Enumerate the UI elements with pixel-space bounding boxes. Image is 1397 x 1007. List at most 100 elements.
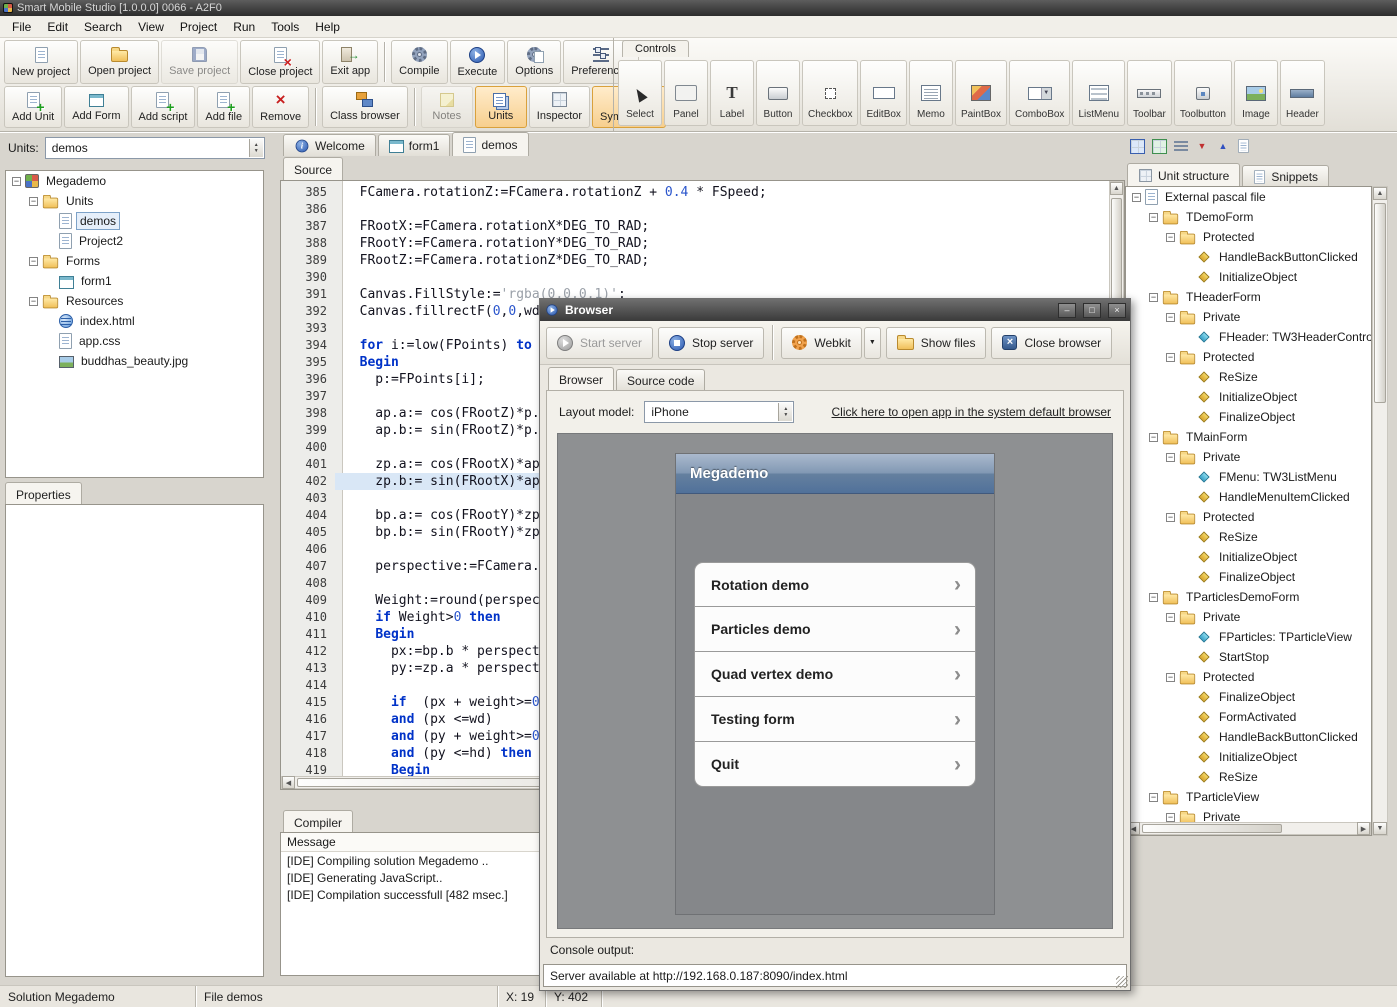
menu-tools[interactable]: Tools xyxy=(263,17,307,37)
project-tree-item-form1[interactable]: form1 xyxy=(6,271,263,291)
structure-tree-item-private[interactable]: −Private xyxy=(1126,307,1371,327)
browser-titlebar[interactable]: Browser – □ × xyxy=(540,299,1130,321)
structure-tree-item-handlebackbuttonclicked[interactable]: HandleBackButtonClicked xyxy=(1126,247,1371,267)
structure-tree-item-initializeobject[interactable]: InitializeObject xyxy=(1126,267,1371,287)
editor-tab-demos[interactable]: demos xyxy=(452,132,528,156)
tree-expander-icon[interactable]: − xyxy=(1166,353,1175,362)
add-form-button[interactable]: Add Form xyxy=(64,86,128,128)
scroll-left-icon[interactable]: ◀ xyxy=(282,776,295,789)
code-line-386[interactable]: 386 xyxy=(281,201,1109,218)
close-browser-button[interactable]: Close browser xyxy=(991,327,1112,359)
control-panel[interactable]: Panel xyxy=(664,60,708,126)
tree-expander-icon[interactable]: − xyxy=(1149,293,1158,302)
control-image[interactable]: Image xyxy=(1234,60,1278,126)
structure-tree-item-fparticles-tparticleview[interactable]: FParticles: TParticleView xyxy=(1126,627,1371,647)
code-line-389[interactable]: 389 FRootZ:=FCamera.rotationZ*DEG_TO_RAD… xyxy=(281,252,1109,269)
minimize-icon[interactable]: – xyxy=(1058,303,1076,318)
start-server-button[interactable]: Start server xyxy=(546,327,653,359)
tree-expander-icon[interactable]: − xyxy=(1166,233,1175,242)
project-tree-item-index-html[interactable]: index.html xyxy=(6,311,263,331)
structure-tree-item-protected[interactable]: −Protected xyxy=(1126,347,1371,367)
menu-search[interactable]: Search xyxy=(76,17,130,37)
notes-button[interactable]: Notes xyxy=(421,86,473,128)
tree-expander-icon[interactable]: − xyxy=(1149,433,1158,442)
maximize-icon[interactable]: □ xyxy=(1083,303,1101,318)
project-tree-item-project2[interactable]: Project2 xyxy=(6,231,263,251)
control-button[interactable]: Button xyxy=(756,60,800,126)
phone-menu-testing-form[interactable]: Testing form› xyxy=(694,697,976,742)
add-script-button[interactable]: Add script xyxy=(131,86,196,128)
controls-palette-tab[interactable]: Controls xyxy=(622,40,689,57)
structure-tree-item-protected[interactable]: −Protected xyxy=(1126,227,1371,247)
structure-tree-item-private[interactable]: −Private xyxy=(1126,447,1371,467)
compiler-tab[interactable]: Compiler xyxy=(283,810,353,834)
structure-tree-item-resize[interactable]: ReSize xyxy=(1126,367,1371,387)
control-memo[interactable]: Memo xyxy=(909,60,953,126)
project-tree-item-forms[interactable]: −Forms xyxy=(6,251,263,271)
structure-tree-item-tdemoform[interactable]: −TDemoForm xyxy=(1126,207,1371,227)
structure-tree-item-resize[interactable]: ReSize xyxy=(1126,527,1371,547)
structure-tree-item-formactivated[interactable]: FormActivated xyxy=(1126,707,1371,727)
control-toolbutton[interactable]: Toolbutton xyxy=(1174,60,1232,126)
structure-tree-item-tmainform[interactable]: −TMainForm xyxy=(1126,427,1371,447)
tree-expander-icon[interactable]: − xyxy=(29,297,38,306)
expand-all-icon[interactable] xyxy=(1130,139,1145,154)
control-editbox[interactable]: EditBox xyxy=(860,60,906,126)
menu-run[interactable]: Run xyxy=(225,17,263,37)
structure-tree-item-fmenu-tw3listmenu[interactable]: FMenu: TW3ListMenu xyxy=(1126,467,1371,487)
layout-model-combobox[interactable]: iPhone ▲▼ xyxy=(644,401,794,423)
structure-tree-item-private[interactable]: −Private xyxy=(1126,607,1371,627)
code-line-388[interactable]: 388 FRootY:=FCamera.rotationY*DEG_TO_RAD… xyxy=(281,235,1109,252)
browser-tab-source-code[interactable]: Source code xyxy=(616,369,705,391)
structure-tree-item-fheader-tw3headercontro[interactable]: FHeader: TW3HeaderContro xyxy=(1126,327,1371,347)
inspector-button[interactable]: Inspector xyxy=(529,86,590,128)
open-project-button[interactable]: Open project xyxy=(80,40,159,84)
scroll-right-icon[interactable]: ▶ xyxy=(1357,822,1370,835)
control-select[interactable]: Select xyxy=(618,60,662,126)
class-browser-button[interactable]: Class browser xyxy=(322,86,408,128)
execute-button[interactable]: Execute xyxy=(450,40,506,84)
add-unit-button[interactable]: Add Unit xyxy=(4,86,62,128)
tree-expander-icon[interactable]: − xyxy=(12,177,21,186)
structure-vertical-scrollbar[interactable]: ▲ ▼ xyxy=(1372,186,1388,836)
scroll-down-icon[interactable]: ▼ xyxy=(1373,822,1387,835)
code-line-390[interactable]: 390 xyxy=(281,269,1109,286)
tree-expander-icon[interactable]: − xyxy=(1166,813,1175,822)
browser-tab-browser[interactable]: Browser xyxy=(548,367,614,391)
structure-horizontal-scrollbar[interactable]: ◀ ▶ xyxy=(1126,822,1371,835)
units-button[interactable]: Units xyxy=(475,86,527,128)
sort-descending-icon[interactable] xyxy=(1195,139,1209,153)
open-in-default-browser-link[interactable]: Click here to open app in the system def… xyxy=(832,405,1111,419)
structure-hscroll-thumb[interactable] xyxy=(1142,824,1282,833)
menu-project[interactable]: Project xyxy=(172,17,225,37)
scroll-up-icon[interactable]: ▲ xyxy=(1110,182,1123,195)
phone-menu-quad-vertex-demo[interactable]: Quad vertex demo› xyxy=(694,652,976,697)
tree-expander-icon[interactable]: − xyxy=(29,257,38,266)
project-tree-item-resources[interactable]: −Resources xyxy=(6,291,263,311)
control-label[interactable]: Label xyxy=(710,60,754,126)
webkit-button[interactable]: Webkit xyxy=(781,327,861,359)
structure-tree-item-initializeobject[interactable]: InitializeObject xyxy=(1126,747,1371,767)
resize-grip[interactable] xyxy=(1116,976,1128,988)
phone-menu-quit[interactable]: Quit› xyxy=(694,742,976,787)
combo-spinner-icon[interactable]: ▲▼ xyxy=(778,403,792,421)
source-tab[interactable]: Source xyxy=(283,157,343,181)
structure-tree-item-tparticleview[interactable]: −TParticleView xyxy=(1126,787,1371,807)
project-tree-item-demos[interactable]: demos xyxy=(6,211,263,231)
tree-expander-icon[interactable]: − xyxy=(1166,513,1175,522)
units-combobox[interactable]: demos ▲▼ xyxy=(45,137,265,159)
show-files-button[interactable]: Show files xyxy=(886,327,987,359)
stop-server-button[interactable]: Stop server xyxy=(658,327,764,359)
code-line-387[interactable]: 387 FRootX:=FCamera.rotationX*DEG_TO_RAD… xyxy=(281,218,1109,235)
control-combobox[interactable]: ComboBox xyxy=(1009,60,1070,126)
tree-expander-icon[interactable]: − xyxy=(1166,313,1175,322)
tree-expander-icon[interactable]: − xyxy=(1166,453,1175,462)
control-listmenu[interactable]: ListMenu xyxy=(1072,60,1125,126)
exit-app-button[interactable]: Exit app xyxy=(322,40,378,84)
editor-tab-welcome[interactable]: Welcome xyxy=(283,134,376,156)
webkit-dropdown-button[interactable]: ▼ xyxy=(864,327,881,359)
tree-expander-icon[interactable]: − xyxy=(1149,793,1158,802)
menu-edit[interactable]: Edit xyxy=(39,17,76,37)
structure-tree-item-external-pascal-file[interactable]: −External pascal file xyxy=(1126,187,1371,207)
document-icon[interactable] xyxy=(1238,139,1249,153)
